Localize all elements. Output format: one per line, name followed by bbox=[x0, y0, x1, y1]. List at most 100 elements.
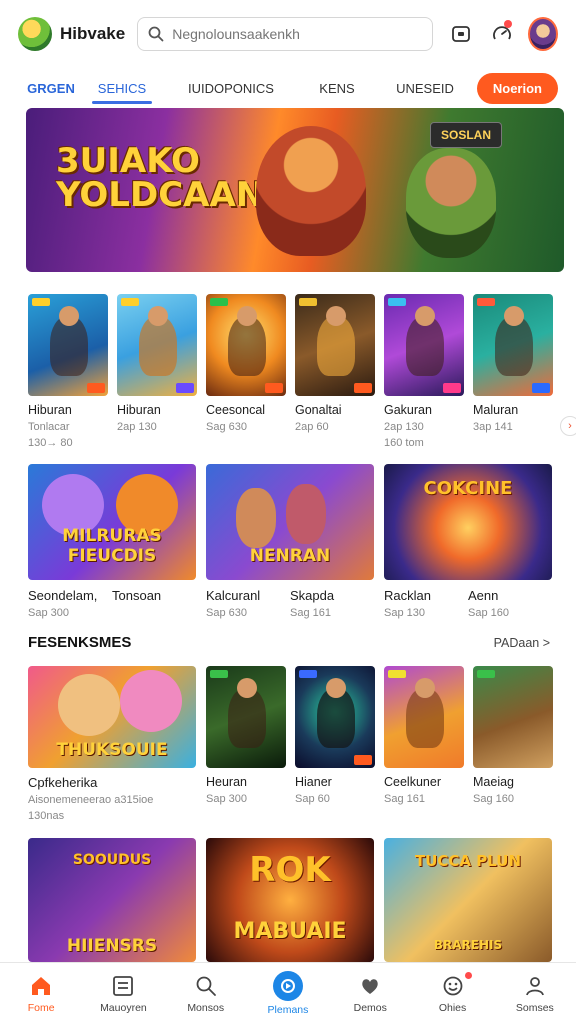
game-title: Cpfkeherika bbox=[28, 775, 98, 790]
tab-sehics[interactable]: SEHICS bbox=[92, 75, 152, 104]
game-tile[interactable]: Heuran Sap 300 bbox=[206, 666, 286, 822]
compass-icon bbox=[272, 971, 303, 1001]
game-art-title: THUKSOUIE bbox=[56, 740, 168, 760]
game-art-subtitle: ROK bbox=[249, 850, 331, 890]
game-tile[interactable]: Gakuran 2ap 130 160 tom bbox=[384, 294, 464, 449]
game-title: Ceesoncal bbox=[206, 403, 266, 417]
game-art-title: HIIENSRS bbox=[66, 936, 158, 956]
featured-game-tile[interactable]: COKCINE Racklan Aenn Sap 130 Sap 160 bbox=[384, 464, 552, 619]
notification-dot bbox=[464, 972, 472, 979]
banner-badge: SOSLAN bbox=[430, 122, 503, 148]
nav-label: Plemans bbox=[267, 1004, 309, 1016]
game-thumbnail: SOOUDUS HIIENSRS bbox=[28, 838, 196, 962]
featured-game-tile[interactable]: MILRURAS FIEUCDIS Seondelam, Tonsoan Sap… bbox=[28, 464, 196, 619]
banner-title: 3UIAKO YOLDCAAN bbox=[56, 144, 264, 212]
game-tile[interactable]: Hiburan 2ap 130 bbox=[117, 294, 197, 449]
app-logo[interactable] bbox=[18, 17, 52, 51]
home-icon bbox=[28, 973, 54, 999]
game-thumbnail: THUKSOUIE bbox=[28, 666, 196, 768]
search-input[interactable] bbox=[172, 26, 423, 42]
game-title: Hianer bbox=[295, 775, 332, 789]
game-thumbnail: COKCINE bbox=[384, 464, 552, 580]
game-art-subtitle: TUCCA PLUN bbox=[414, 852, 521, 870]
game-subtitle-secondary: Sag 161 bbox=[290, 607, 331, 619]
scroll-right-button[interactable]: › bbox=[560, 416, 576, 436]
game-title: Heuran bbox=[206, 775, 247, 789]
game-row-1: Hiburan Tonlacar 130→ 80 Hiburan 2ap 130… bbox=[28, 294, 553, 449]
brand-name: Hibvake bbox=[60, 24, 126, 43]
game-art-title: COKCINE bbox=[423, 478, 513, 499]
nav-demos[interactable]: Demos bbox=[329, 963, 411, 1024]
nav-ohies[interactable]: Ohies bbox=[411, 963, 493, 1024]
nav-label: Mauoyren bbox=[100, 1002, 147, 1014]
section-title: FESENKSMES bbox=[28, 634, 132, 651]
game-thumbnail bbox=[28, 294, 108, 396]
game-tile[interactable]: Ceelkuner Sag 161 bbox=[384, 666, 464, 822]
tab-kens[interactable]: KENS bbox=[312, 75, 362, 102]
game-thumbnail: MILRURAS FIEUCDIS bbox=[28, 464, 196, 580]
hero-banner[interactable]: 3UIAKO YOLDCAAN SOSLAN bbox=[26, 108, 564, 272]
wallet-button[interactable] bbox=[447, 18, 475, 50]
bottom-navigation: Fome Mauoyren Monsos Plemans Demos Ohies bbox=[0, 962, 576, 1024]
featured-game-tile[interactable]: NENRAN Kalcuranl Skapda Sap 630 Sag 161 bbox=[206, 464, 374, 619]
game-thumbnail bbox=[295, 294, 375, 396]
game-meta: 130→ 80 bbox=[28, 437, 73, 449]
game-meta: 160 tom bbox=[384, 437, 424, 449]
game-subtitle-secondary bbox=[112, 607, 196, 619]
category-tabs: GRGEN SEHICS IUIDOPONICS KENS UNESEID No… bbox=[18, 70, 558, 106]
banner-character-runner bbox=[406, 148, 496, 258]
game-subtitle: Sap 630 bbox=[206, 607, 247, 619]
nav-label: Monsos bbox=[187, 1002, 225, 1014]
see-more-link[interactable]: PADaan > bbox=[494, 636, 550, 650]
game-title-secondary: Tonsoan bbox=[112, 588, 162, 603]
featured-game-tile[interactable]: ROK MABUAIE bbox=[206, 838, 374, 962]
game-subtitle: Sap 60 bbox=[295, 793, 330, 805]
person-icon bbox=[522, 973, 548, 999]
game-subtitle: 2ap 130 bbox=[384, 421, 424, 433]
user-avatar[interactable] bbox=[528, 17, 558, 51]
game-tile[interactable]: Gonaltai 2ap 60 bbox=[295, 294, 375, 449]
game-row-4: SOOUDUS HIIENSRS ROK MABUAIE TUCCA PLUN … bbox=[28, 838, 552, 962]
nav-label: Demos bbox=[353, 1002, 387, 1014]
nav-label: Fome bbox=[27, 1002, 55, 1014]
game-row-2: MILRURAS FIEUCDIS Seondelam, Tonsoan Sap… bbox=[28, 464, 552, 619]
smiley-icon bbox=[440, 973, 466, 999]
game-title-secondary: Aenn bbox=[468, 588, 499, 603]
game-tile[interactable]: Maluran 3ap 141 bbox=[473, 294, 553, 449]
game-thumbnail bbox=[206, 666, 286, 768]
featured-game-tile[interactable]: SOOUDUS HIIENSRS bbox=[28, 838, 196, 962]
game-tile[interactable]: Hiburan Tonlacar 130→ 80 bbox=[28, 294, 108, 449]
game-art-subtitle: SOOUDUS bbox=[72, 852, 152, 868]
game-subtitle: Sap 300 bbox=[28, 607, 69, 619]
list-icon bbox=[110, 973, 136, 999]
game-subtitle: 2ap 60 bbox=[295, 421, 329, 433]
game-art-title: NENRAN bbox=[249, 546, 331, 566]
tab-iuidoponics[interactable]: IUIDOPONICS bbox=[176, 75, 286, 102]
featured-game-tile[interactable]: TUCCA PLUN BRAREHIS bbox=[384, 838, 552, 962]
featured-game-tile[interactable]: THUKSOUIE Cpfkeherika Aisonemeneerao a31… bbox=[28, 666, 196, 822]
banner-character-bear bbox=[256, 126, 366, 256]
game-tile[interactable]: Hianer Sap 60 bbox=[295, 666, 375, 822]
tab-uneseid[interactable]: UNESEID bbox=[390, 75, 460, 102]
game-tile[interactable]: Ceesoncal Sag 630 bbox=[206, 294, 286, 449]
noerion-button[interactable]: Noerion bbox=[476, 72, 558, 104]
game-subtitle: Sap 130 bbox=[384, 607, 425, 619]
game-thumbnail bbox=[473, 666, 553, 768]
game-thumbnail bbox=[206, 294, 286, 396]
search-bar[interactable] bbox=[137, 17, 434, 51]
game-title: Gonaltai bbox=[295, 403, 342, 417]
banner-title-line1: 3UIAKO bbox=[56, 141, 200, 181]
nav-plemans[interactable]: Plemans bbox=[247, 963, 329, 1024]
game-tile[interactable]: Maeiag Sag 160 bbox=[473, 666, 553, 822]
tab-grgen[interactable]: GRGEN bbox=[18, 75, 84, 102]
game-meta: 130nas bbox=[28, 810, 65, 822]
game-thumbnail bbox=[473, 294, 553, 396]
notification-button[interactable] bbox=[489, 18, 517, 50]
game-subtitle: 3ap 141 bbox=[473, 421, 513, 433]
nav-home[interactable]: Fome bbox=[0, 963, 82, 1024]
game-art-title: MILRURAS FIEUCDIS bbox=[62, 526, 162, 566]
game-title: Seondelam, bbox=[28, 588, 98, 603]
nav-mauoyren[interactable]: Mauoyren bbox=[82, 963, 164, 1024]
nav-somses[interactable]: Somses bbox=[494, 963, 576, 1024]
nav-monsos[interactable]: Monsos bbox=[165, 963, 247, 1024]
